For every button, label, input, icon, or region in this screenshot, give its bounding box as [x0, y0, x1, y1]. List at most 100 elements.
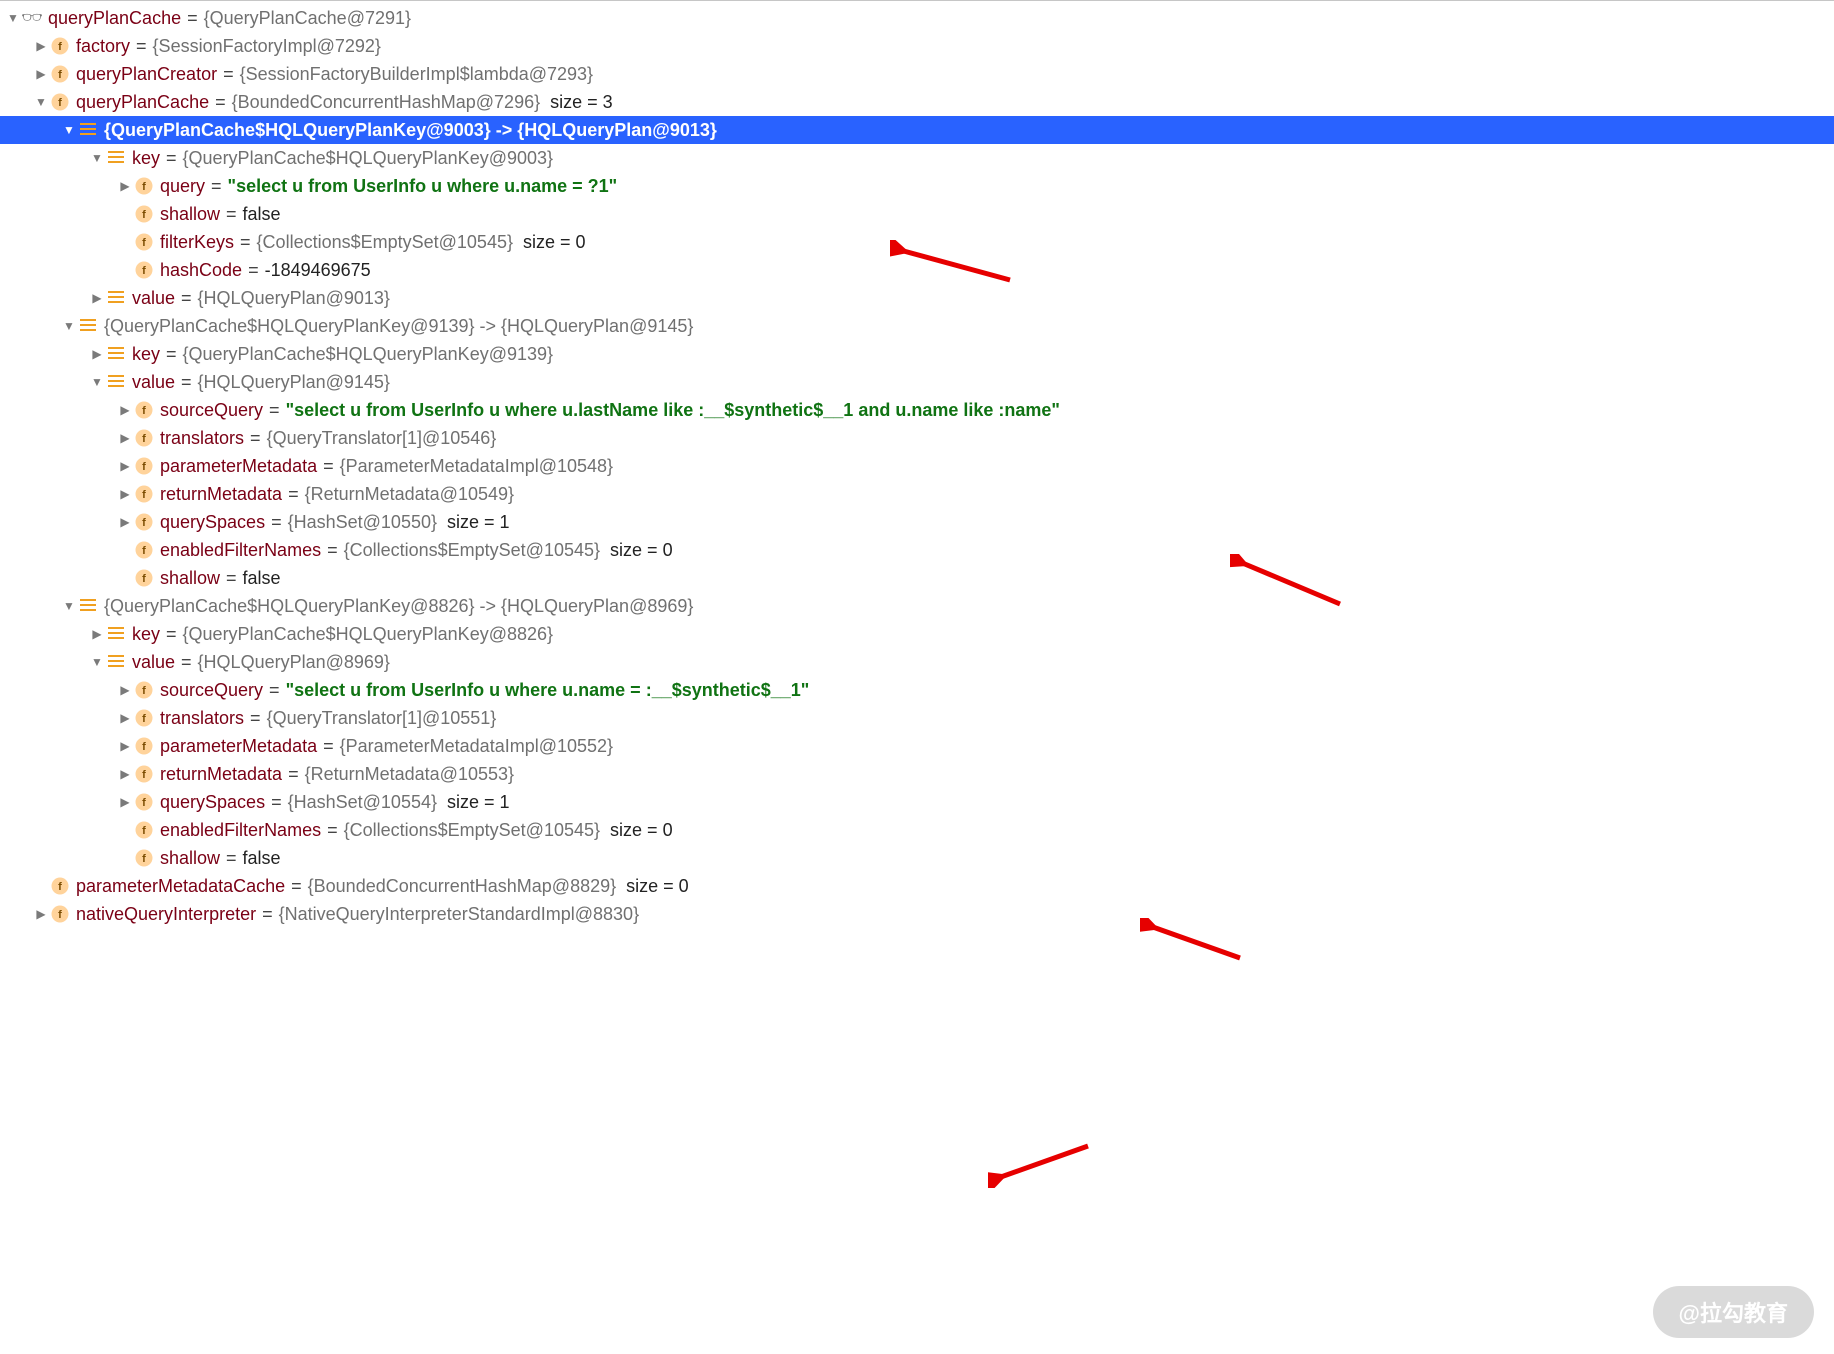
chevron-right-icon[interactable]: ▶: [116, 487, 134, 501]
var-row-shallow[interactable]: ▶ f shallow = false: [0, 844, 1834, 872]
map-entry[interactable]: ▼ {QueryPlanCache$HQLQueryPlanKey@8826} …: [0, 592, 1834, 620]
chevron-right-icon[interactable]: ▶: [116, 795, 134, 809]
svg-text:f: f: [58, 881, 62, 893]
chevron-right-icon[interactable]: ▶: [32, 907, 50, 921]
chevron-right-icon[interactable]: ▶: [32, 39, 50, 53]
var-name: key: [132, 344, 160, 365]
var-value: {Collections$EmptySet@10545}: [344, 540, 600, 561]
chevron-right-icon[interactable]: ▶: [116, 711, 134, 725]
var-row-returnmetadata[interactable]: ▶ f returnMetadata = {ReturnMetadata@105…: [0, 480, 1834, 508]
var-row-shallow[interactable]: ▶ f shallow = false: [0, 564, 1834, 592]
field-icon: f: [134, 792, 154, 812]
var-value: {QueryPlanCache$HQLQueryPlanKey@9139}: [183, 344, 554, 365]
chevron-down-icon[interactable]: ▼: [88, 151, 106, 165]
var-row-factory[interactable]: ▶ f factory = {SessionFactoryImpl@7292}: [0, 32, 1834, 60]
chevron-right-icon[interactable]: ▶: [116, 683, 134, 697]
var-value: {Collections$EmptySet@10545}: [257, 232, 513, 253]
var-row-value[interactable]: ▶ value = {HQLQueryPlan@9013}: [0, 284, 1834, 312]
chevron-right-icon[interactable]: ▶: [88, 291, 106, 305]
chevron-right-icon[interactable]: ▶: [88, 627, 106, 641]
var-row-key[interactable]: ▶ key = {QueryPlanCache$HQLQueryPlanKey@…: [0, 620, 1834, 648]
var-value: {ReturnMetadata@10553}: [305, 764, 514, 785]
chevron-right-icon[interactable]: ▶: [116, 459, 134, 473]
field-icon: f: [50, 876, 70, 896]
var-row-returnmetadata[interactable]: ▶ f returnMetadata = {ReturnMetadata@105…: [0, 760, 1834, 788]
chevron-right-icon[interactable]: ▶: [116, 739, 134, 753]
var-row-enabledfilternames[interactable]: ▶ f enabledFilterNames = {Collections$Em…: [0, 536, 1834, 564]
svg-text:f: f: [142, 741, 146, 753]
field-icon: f: [50, 36, 70, 56]
svg-text:f: f: [58, 97, 62, 109]
var-row-queryspaces[interactable]: ▶ f querySpaces = {HashSet@10550} size =…: [0, 508, 1834, 536]
field-icon: f: [50, 64, 70, 84]
var-row-query[interactable]: ▶ f query = "select u from UserInfo u wh…: [0, 172, 1834, 200]
var-name: queryPlanCache: [76, 92, 209, 113]
var-value: {SessionFactoryBuilderImpl$lambda@7293}: [240, 64, 593, 85]
chevron-right-icon[interactable]: ▶: [116, 403, 134, 417]
var-name: query: [160, 176, 205, 197]
chevron-down-icon[interactable]: ▼: [88, 375, 106, 389]
chevron-down-icon[interactable]: ▼: [88, 655, 106, 669]
var-row-value[interactable]: ▼ value = {HQLQueryPlan@8969}: [0, 648, 1834, 676]
var-row-shallow[interactable]: ▶ f shallow = false: [0, 200, 1834, 228]
debugger-variables-tree[interactable]: ▼ 👓︎ queryPlanCache = {QueryPlanCache@72…: [0, 0, 1834, 932]
chevron-right-icon[interactable]: ▶: [116, 431, 134, 445]
svg-text:f: f: [142, 265, 146, 277]
var-row-sourcequery[interactable]: ▶ f sourceQuery = "select u from UserInf…: [0, 396, 1834, 424]
chevron-right-icon[interactable]: ▶: [88, 347, 106, 361]
field-icon: f: [134, 456, 154, 476]
chevron-down-icon[interactable]: ▼: [32, 95, 50, 109]
var-row-enabledfilternames[interactable]: ▶ f enabledFilterNames = {Collections$Em…: [0, 816, 1834, 844]
var-name: sourceQuery: [160, 400, 263, 421]
var-row-parametermetadata[interactable]: ▶ f parameterMetadata = {ParameterMetada…: [0, 452, 1834, 480]
var-value: false: [243, 568, 281, 589]
var-row-hashcode[interactable]: ▶ f hashCode = -1849469675: [0, 256, 1834, 284]
equals-sign: =: [187, 8, 198, 29]
map-entry-icon: [78, 316, 98, 336]
var-row-translators[interactable]: ▶ f translators = {QueryTranslator[1]@10…: [0, 704, 1834, 732]
chevron-right-icon[interactable]: ▶: [116, 515, 134, 529]
var-row-key[interactable]: ▼ key = {QueryPlanCache$HQLQueryPlanKey@…: [0, 144, 1834, 172]
watermark-badge: @拉勾教育: [1653, 1286, 1814, 1338]
object-icon: [106, 624, 126, 644]
var-row-root[interactable]: ▼ 👓︎ queryPlanCache = {QueryPlanCache@72…: [0, 4, 1834, 32]
chevron-right-icon[interactable]: ▶: [116, 179, 134, 193]
var-row-queryspaces[interactable]: ▶ f querySpaces = {HashSet@10554} size =…: [0, 788, 1834, 816]
object-icon: [106, 288, 126, 308]
map-entry-selected[interactable]: ▼ {QueryPlanCache$HQLQueryPlanKey@9003} …: [0, 116, 1834, 144]
field-icon: f: [134, 540, 154, 560]
var-value: {QueryPlanCache@7291}: [204, 8, 411, 29]
map-entry[interactable]: ▼ {QueryPlanCache$HQLQueryPlanKey@9139} …: [0, 312, 1834, 340]
field-icon: f: [50, 92, 70, 112]
var-value: -1849469675: [265, 260, 371, 281]
field-icon: f: [134, 820, 154, 840]
var-row-translators[interactable]: ▶ f translators = {QueryTranslator[1]@10…: [0, 424, 1834, 452]
svg-text:f: f: [58, 69, 62, 81]
chevron-down-icon[interactable]: ▼: [4, 11, 22, 25]
chevron-right-icon[interactable]: ▶: [32, 67, 50, 81]
var-size: size = 0: [626, 876, 689, 897]
var-row-parametermetadatacache[interactable]: ▶ f parameterMetadataCache = {BoundedCon…: [0, 872, 1834, 900]
svg-text:f: f: [142, 713, 146, 725]
var-row-key[interactable]: ▶ key = {QueryPlanCache$HQLQueryPlanKey@…: [0, 340, 1834, 368]
svg-text:f: f: [142, 209, 146, 221]
var-row-parametermetadata[interactable]: ▶ f parameterMetadata = {ParameterMetada…: [0, 732, 1834, 760]
var-value: {ReturnMetadata@10549}: [305, 484, 514, 505]
var-row-value[interactable]: ▼ value = {HQLQueryPlan@9145}: [0, 368, 1834, 396]
var-value: "select u from UserInfo u where u.lastNa…: [286, 400, 1060, 421]
var-row-queryplancreator[interactable]: ▶ f queryPlanCreator = {SessionFactoryBu…: [0, 60, 1834, 88]
var-name: value: [132, 288, 175, 309]
var-row-sourcequery[interactable]: ▶ f sourceQuery = "select u from UserInf…: [0, 676, 1834, 704]
var-row-nativequeryinterpreter[interactable]: ▶ f nativeQueryInterpreter = {NativeQuer…: [0, 900, 1834, 928]
var-value: {ParameterMetadataImpl@10548}: [340, 456, 613, 477]
field-icon: f: [134, 764, 154, 784]
chevron-down-icon[interactable]: ▼: [60, 599, 78, 613]
var-size: size = 3: [550, 92, 613, 113]
chevron-down-icon[interactable]: ▼: [60, 123, 78, 137]
var-row-queryplancache-map[interactable]: ▼ f queryPlanCache = {BoundedConcurrentH…: [0, 88, 1834, 116]
var-value: {HQLQueryPlan@9145}: [198, 372, 390, 393]
chevron-right-icon[interactable]: ▶: [116, 767, 134, 781]
field-icon: f: [50, 904, 70, 924]
chevron-down-icon[interactable]: ▼: [60, 319, 78, 333]
var-row-filterkeys[interactable]: ▶ f filterKeys = {Collections$EmptySet@1…: [0, 228, 1834, 256]
